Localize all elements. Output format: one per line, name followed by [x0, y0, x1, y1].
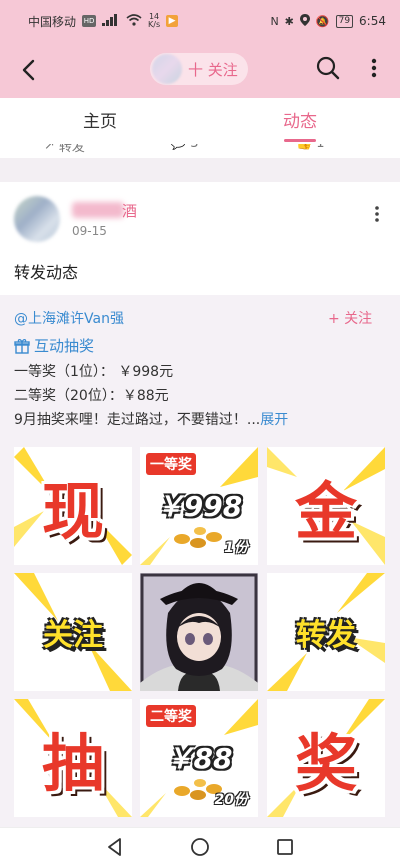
image-char: 金	[294, 475, 357, 548]
quoted-follow-button[interactable]: + 关注	[328, 308, 372, 328]
image-cell-3[interactable]: 金	[267, 447, 385, 565]
thumb-up-icon: 👍	[296, 144, 312, 151]
header-avatar	[152, 54, 182, 84]
wifi-icon	[126, 13, 142, 29]
hd-badge: HD	[82, 15, 97, 27]
net-speed-unit: K/s	[148, 20, 161, 29]
search-icon	[316, 56, 340, 80]
clock: 6:54	[359, 14, 386, 28]
image-cell-7[interactable]: 抽	[14, 699, 132, 817]
like-action[interactable]: 👍 1	[296, 144, 324, 151]
header-follow-button[interactable]: 十 关注	[188, 59, 238, 80]
lottery-description-text: 9月抽奖来哩！走过路过，不要错过！...	[14, 412, 261, 428]
prize-line-second: 二等奖（20位）：￥88元	[14, 388, 169, 404]
chevron-left-icon	[22, 59, 35, 81]
prize-amount: ￥998	[155, 490, 243, 523]
location-icon	[299, 13, 310, 29]
more-options-button[interactable]	[364, 54, 384, 82]
circle-home-icon	[191, 838, 209, 856]
tab-home[interactable]: 主页	[50, 98, 150, 144]
comment-icon: 💬	[170, 144, 186, 151]
lottery-description: 9月抽奖来哩！走过路过，不要错过！...展开	[14, 409, 288, 429]
tab-dynamic[interactable]: 动态	[250, 98, 350, 144]
previous-post-actions: ↗ 转发 💬 3 👍 1	[0, 144, 400, 158]
share-icon: ↗	[44, 144, 55, 153]
image-cell-4[interactable]: 关注	[14, 573, 132, 691]
character-portrait-icon	[140, 573, 258, 691]
comment-action[interactable]: 💬 3	[170, 144, 198, 151]
image-cell-1[interactable]: 现	[14, 447, 132, 565]
more-vertical-icon	[371, 58, 377, 78]
prize-tag: 二等奖	[146, 705, 196, 727]
post-date: 09-15	[72, 224, 107, 238]
nav-back-button[interactable]	[104, 836, 126, 858]
nfc-icon: N	[270, 14, 279, 28]
expand-link[interactable]: 展开	[260, 412, 288, 428]
prize-quantity: 20份	[214, 792, 248, 808]
post-text: 转发动态	[14, 263, 79, 282]
prize-line-first: 一等奖（1位）： ￥998元	[14, 364, 174, 380]
image-cell-6[interactable]: 转发	[267, 573, 385, 691]
repost-label: 转发	[58, 144, 85, 155]
net-speed: 14 K/s	[148, 13, 160, 29]
signal-icon	[102, 13, 120, 29]
nav-home-button[interactable]	[189, 836, 211, 858]
quoted-post[interactable]: @上海滩许Van强 + 关注 互动抽奖 一等奖（1位）： ￥998元 二等奖（2…	[0, 295, 400, 827]
mute-icon: 🔕	[315, 14, 330, 28]
system-nav-bar	[0, 827, 400, 866]
image-cell-2[interactable]: 一等奖 ￥998 1份	[140, 447, 258, 565]
search-button[interactable]	[314, 54, 342, 82]
triangle-back-icon	[108, 838, 121, 856]
prize-amount: ￥88	[165, 742, 233, 775]
carrier-label: 中国移动	[28, 14, 77, 29]
prize-tag: 一等奖	[146, 453, 196, 475]
username[interactable]: 酒	[122, 200, 137, 221]
lottery-link[interactable]: 互动抽奖	[14, 335, 94, 356]
more-vertical-icon	[375, 206, 379, 222]
active-tab-indicator	[284, 139, 316, 142]
image-cell-8[interactable]: 二等奖 ￥88 20份	[140, 699, 258, 817]
lottery-label: 互动抽奖	[34, 337, 95, 355]
repost-action[interactable]: ↗ 转发	[44, 144, 85, 155]
header-user-pill[interactable]: 十 关注	[150, 53, 248, 85]
like-count: 1	[316, 144, 324, 151]
prize-quantity: 1份	[224, 540, 248, 556]
image-char: 现	[41, 475, 104, 548]
back-button[interactable]	[16, 56, 44, 84]
battery-icon: 79	[335, 14, 354, 28]
app-notification-icon: ▶	[166, 15, 179, 27]
status-bar: 中国移动 HD 14 K/s ▶ N ✱ 🔕 79 6:54	[0, 0, 400, 42]
post-more-button[interactable]	[370, 204, 384, 224]
username-redacted	[72, 202, 124, 218]
app-header: 十 关注	[0, 42, 400, 98]
bluetooth-icon: ✱	[284, 14, 294, 28]
profile-tabs: 主页 动态	[0, 98, 400, 144]
quoted-author-link[interactable]: @上海滩许Van强	[14, 308, 124, 328]
image-word: 关注	[43, 618, 103, 653]
nav-recents-button[interactable]	[274, 836, 296, 858]
comment-count: 3	[190, 144, 198, 151]
square-recents-icon	[277, 839, 293, 855]
gift-icon	[14, 338, 30, 354]
avatar[interactable]	[14, 196, 60, 242]
image-cell-9[interactable]: 奖	[267, 699, 385, 817]
post-card: 酒 09-15 转发动态 @上海滩许Van强 + 关注 互动抽奖 一等奖（1位）…	[0, 182, 400, 827]
image-cell-5[interactable]	[140, 573, 258, 691]
coins-icon	[174, 527, 222, 548]
image-char: 抽	[41, 727, 104, 800]
image-char: 奖	[294, 727, 357, 800]
image-word: 转发	[296, 618, 356, 653]
